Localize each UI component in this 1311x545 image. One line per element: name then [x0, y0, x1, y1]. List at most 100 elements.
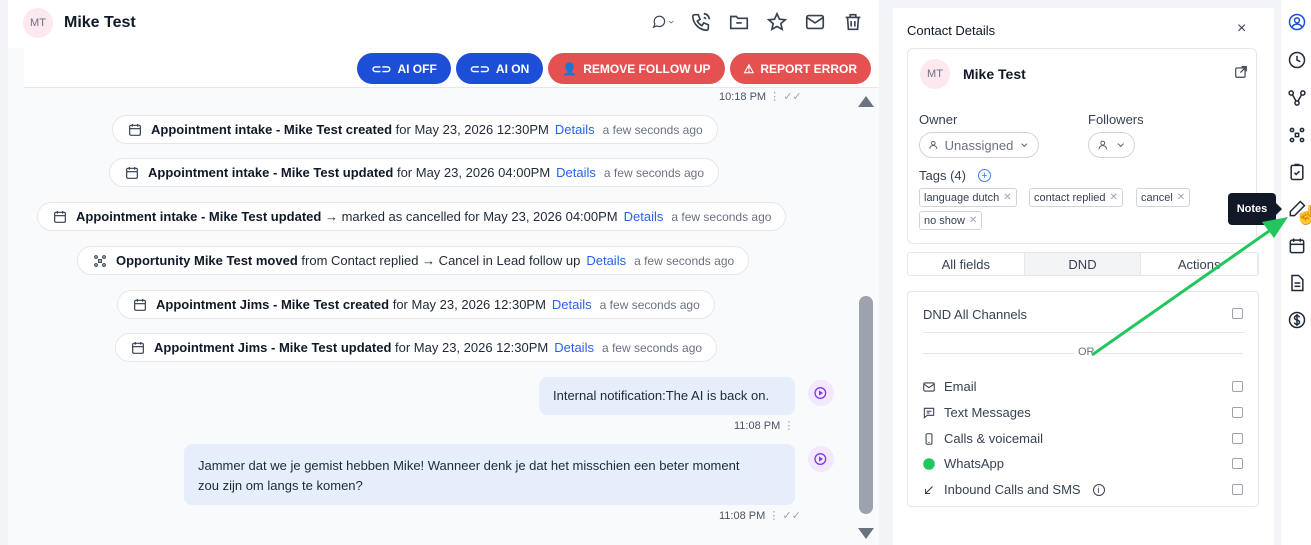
timeline-event: Appointment Jims - Mike Test updated for… [115, 333, 718, 362]
dnd-settings: DND All Channels OR Email Text Messages … [907, 291, 1259, 507]
header-actions [651, 10, 865, 34]
or-label: OR [1074, 346, 1099, 358]
email-checkbox[interactable] [1232, 381, 1243, 392]
conversation-panel: MT Mike Test ⊂⊃ AI OFF ⊂⊃ AI ON 👤 REMOVE FO… [8, 0, 879, 545]
info-icon[interactable]: i [1092, 483, 1105, 496]
channel-text-messages: Text Messages [922, 405, 1031, 420]
channel-inbound: Inbound Calls and SMS i [922, 482, 1105, 497]
details-link[interactable]: Details [624, 209, 664, 224]
channel-whatsapp: WhatsApp [922, 456, 1004, 471]
opportunity-icon [92, 253, 108, 269]
internal-notification-icon [808, 380, 834, 406]
text-messages-checkbox[interactable] [1232, 407, 1243, 418]
trash-icon[interactable] [841, 10, 865, 34]
document-icon[interactable] [1285, 271, 1309, 295]
channel-email: Email [922, 379, 977, 394]
dollar-icon[interactable] [1285, 308, 1309, 332]
dnd-all-checkbox[interactable] [1232, 308, 1243, 319]
phone-icon[interactable] [689, 10, 713, 34]
calendar-icon [52, 209, 68, 225]
action-button-bar: ⊂⊃ AI OFF ⊂⊃ AI ON 👤 REMOVE FOLLOW UP ⚠ REPO… [24, 48, 879, 88]
chevron-down-icon [1021, 143, 1028, 147]
remove-tag-icon[interactable]: ✕ [1003, 192, 1011, 203]
tab-actions[interactable]: Actions [1141, 253, 1258, 275]
user-remove-icon: 👤 [562, 61, 578, 76]
details-link[interactable]: Details [556, 165, 596, 180]
external-link-icon[interactable] [1234, 65, 1248, 79]
task-icon[interactable] [1285, 160, 1309, 184]
message-timestamp: 11:08 PM ⋮ ✓✓ [719, 510, 801, 522]
scroll-down-icon[interactable] [858, 528, 874, 539]
report-error-button[interactable]: ⚠ REPORT ERROR [729, 53, 871, 84]
conversation-timeline: 10:18 PM ⋮ ✓✓ Appointment intake - Mike … [8, 88, 858, 545]
followers-select[interactable] [1088, 132, 1135, 158]
star-icon[interactable] [765, 10, 789, 34]
details-link[interactable]: Details [555, 122, 595, 137]
add-tag-icon[interactable]: + [978, 169, 991, 182]
timeline-event: Appointment intake - Mike Test created f… [112, 115, 718, 144]
user-icon [1098, 140, 1108, 150]
conversation-scrollbar[interactable] [858, 96, 874, 545]
timeline-event: Appointment intake - Mike Test updated →… [37, 202, 787, 231]
panel-title: Contact Details [907, 23, 996, 38]
remove-tag-icon[interactable]: ✕ [1177, 192, 1185, 203]
ai-on-button[interactable]: ⊂⊃ AI ON [455, 53, 544, 84]
whatsapp-checkbox[interactable] [1232, 458, 1243, 469]
details-link[interactable]: Details [586, 253, 626, 268]
remove-tag-icon[interactable]: ✕ [969, 215, 977, 226]
opportunity-icon[interactable] [1285, 123, 1309, 147]
message-timestamp: 11:08 PM ⋮ [734, 420, 795, 432]
chat-bubble-icon[interactable] [651, 10, 675, 34]
contact-details-panel: Contact Details × MT Mike Test Owner Una… [893, 8, 1274, 545]
whatsapp-channel-icon [808, 446, 834, 472]
contact-card: MT Mike Test Owner Unassigned Followers … [907, 48, 1257, 244]
mail-icon[interactable] [803, 10, 827, 34]
scrollbar-thumb[interactable] [859, 296, 873, 514]
tab-all-fields[interactable]: All fields [908, 253, 1025, 275]
folder-icon[interactable] [727, 10, 751, 34]
message-bubble: Internal notification:The AI is back on. [539, 377, 795, 415]
details-link[interactable]: Details [552, 297, 592, 312]
remove-follow-up-button[interactable]: 👤 REMOVE FOLLOW UP [548, 53, 725, 84]
message-icon [923, 407, 935, 419]
dnd-all-label: DND All Channels [923, 307, 1028, 322]
user-icon [929, 140, 938, 150]
message-timestamp: 10:18 PM ⋮ ✓✓ [719, 91, 802, 103]
chevron-down-icon [1117, 143, 1124, 148]
timeline-event: Appointment Jims - Mike Test created for… [117, 290, 715, 319]
toggle-off-icon: ⊂⊃ [371, 61, 392, 76]
tags-label: Tags (4) [919, 168, 966, 183]
tag-chip: cancel ✕ [1136, 188, 1191, 207]
details-tabs: All fields DND Actions [907, 252, 1259, 276]
close-icon[interactable]: × [1237, 20, 1246, 38]
calendar-icon[interactable] [1285, 234, 1309, 258]
contact-name: Mike Test [64, 14, 136, 31]
scroll-up-icon[interactable] [858, 96, 874, 107]
icon-rail [1281, 0, 1311, 545]
calendar-icon [127, 122, 143, 138]
owner-label: Owner [919, 112, 958, 127]
tab-dnd[interactable]: DND [1024, 253, 1142, 275]
pointer-cursor-icon: ☝ [1295, 205, 1311, 225]
timeline-event: Opportunity Mike Test moved from Contact… [77, 246, 750, 275]
phone-icon [925, 432, 933, 445]
user-circle-icon[interactable] [1285, 10, 1309, 34]
clock-icon[interactable] [1285, 48, 1309, 72]
conversation-header: MT Mike Test [8, 0, 879, 48]
avatar: MT [920, 59, 950, 89]
inbound-checkbox[interactable] [1232, 484, 1243, 495]
calendar-icon [130, 340, 146, 356]
calendar-icon [132, 297, 148, 313]
channel-calls: Calls & voicemail [922, 431, 1043, 446]
workflow-icon[interactable] [1285, 86, 1309, 110]
owner-select[interactable]: Unassigned [919, 132, 1039, 158]
toggle-on-icon: ⊂⊃ [469, 61, 490, 76]
mail-icon [923, 381, 935, 392]
details-link[interactable]: Details [554, 340, 594, 355]
remove-tag-icon[interactable]: ✕ [1110, 192, 1118, 203]
calendar-icon [124, 165, 140, 181]
avatar: MT [23, 8, 53, 38]
calls-checkbox[interactable] [1232, 433, 1243, 444]
ai-off-button[interactable]: ⊂⊃ AI OFF [357, 53, 451, 84]
tag-chip: no show ✕ [919, 211, 983, 230]
